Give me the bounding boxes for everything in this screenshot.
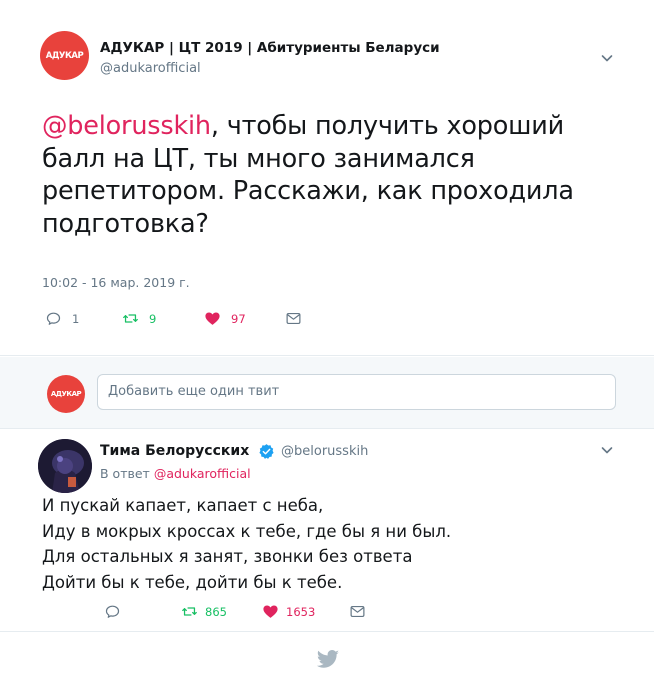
compose-tweet-input[interactable]: Добавить еще один твит — [97, 374, 616, 410]
reply-text-line: Для остальных я занят, звонки без ответа — [42, 547, 413, 566]
in-reply-handle-link[interactable]: @adukarofficial — [154, 466, 251, 481]
tweet-text: @belorusskih, чтобы получить хороший бал… — [42, 110, 612, 240]
message-icon — [286, 312, 301, 325]
tweet-text-line: подготовка? — [42, 208, 209, 239]
compose-reply-area: АДУКАР Добавить еще один твит — [0, 357, 654, 429]
reply-tweet: Тима Белорусских @belorusskih В ответ @a… — [0, 430, 654, 632]
mention-link[interactable]: @belorusskih — [42, 111, 211, 141]
reply-text-line: И пускай капает, капает с неба, — [42, 496, 324, 515]
reply-text-line: Дойти бы к тебе, дойти бы к тебе. — [42, 572, 343, 592]
reply-tweet-text: И пускай капает, капает с неба, Иду в мо… — [42, 493, 451, 595]
direct-message-button[interactable] — [285, 310, 302, 327]
tweet-text-line: балл на ЦТ, ты много занимался — [42, 143, 475, 174]
in-reply-to: В ответ @adukarofficial — [100, 466, 251, 481]
main-tweet: АДУКАР АДУКАР | ЦТ 2019 | Абитуриенты Бе… — [0, 0, 654, 356]
adukar-avatar[interactable]: АДУКАР — [40, 31, 89, 80]
retweet-count: 865 — [205, 604, 227, 619]
tweet-text-line: , чтобы получить хороший — [210, 111, 565, 141]
chevron-down-icon[interactable] — [599, 442, 615, 458]
reply-icon — [46, 312, 61, 325]
reply-text-line: Иду в мокрых кроссах к тебе, где бы я ни… — [42, 521, 452, 541]
retweet-icon — [123, 314, 138, 323]
retweet-button[interactable]: 865 — [181, 603, 227, 620]
account-name[interactable]: АДУКАР | ЦТ 2019 | Абитуриенты Беларуси — [100, 40, 440, 56]
reply-icon — [105, 605, 120, 618]
like-count: 97 — [231, 311, 246, 326]
in-reply-prefix: В ответ — [100, 466, 150, 481]
heart-icon — [263, 605, 278, 618]
tweet-text-line: репетитором. Расскажи, как проходила — [42, 176, 574, 206]
reply-button[interactable] — [104, 603, 121, 620]
tima-avatar[interactable] — [38, 439, 92, 493]
twitter-bird-icon[interactable] — [316, 650, 340, 670]
like-button[interactable]: 1653 — [262, 603, 315, 620]
retweet-icon — [182, 607, 197, 616]
heart-icon — [205, 312, 220, 325]
reply-button[interactable]: 1 — [45, 310, 79, 327]
direct-message-button[interactable] — [349, 603, 366, 620]
chevron-down-icon[interactable] — [599, 50, 615, 66]
retweet-button[interactable]: 9 — [122, 310, 156, 327]
reply-count: 1 — [72, 311, 80, 326]
verified-icon — [258, 443, 275, 460]
tweet-timestamp[interactable]: 10:02 - 16 мар. 2019 г. — [42, 275, 190, 290]
reply-author-handle[interactable]: @belorusskih — [281, 444, 368, 459]
reply-author-name[interactable]: Тима Белорусских — [100, 443, 249, 459]
message-icon — [350, 605, 365, 618]
like-count: 1653 — [286, 604, 316, 619]
like-button[interactable]: 97 — [204, 310, 246, 327]
user-avatar: АДУКАР — [47, 375, 85, 413]
account-handle[interactable]: @adukarofficial — [100, 61, 201, 76]
retweet-count: 9 — [149, 311, 157, 326]
